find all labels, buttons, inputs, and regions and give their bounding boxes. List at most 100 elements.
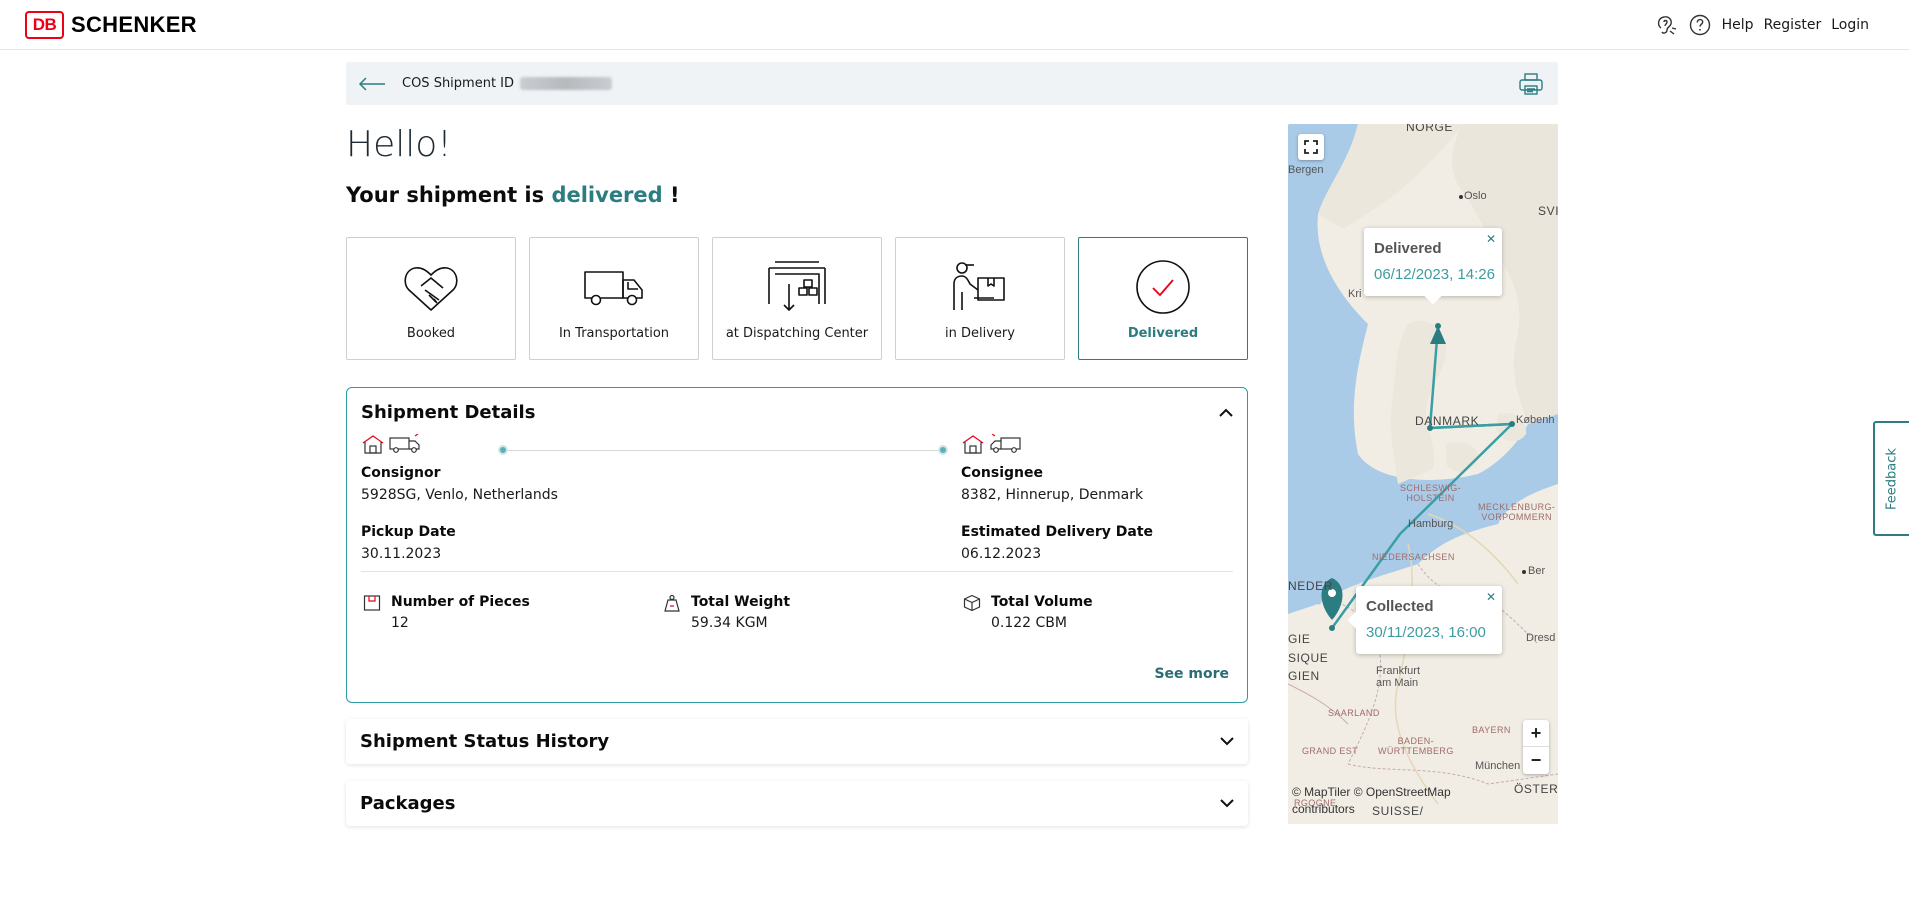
status-prefix: Your shipment is xyxy=(346,183,545,207)
zoom-out-button[interactable]: − xyxy=(1523,747,1549,774)
box-icon xyxy=(363,594,381,612)
step-in-delivery[interactable]: in Delivery xyxy=(895,237,1065,360)
map-label-svi: SVI xyxy=(1538,204,1558,218)
db-schenker-logo[interactable]: DB SCHENKER xyxy=(25,11,197,39)
map-label-kri: Kri xyxy=(1348,288,1362,300)
help-icon[interactable] xyxy=(1688,13,1712,37)
register-link[interactable]: Register xyxy=(1764,17,1822,33)
shipment-details-title[interactable]: Shipment Details xyxy=(361,402,535,423)
shipment-id-value-redacted xyxy=(520,77,613,90)
top-navigation-bar: DB SCHENKER Help Register Login xyxy=(0,0,1909,50)
greeting-heading: Hello! xyxy=(346,124,452,165)
weight-icon xyxy=(663,594,681,612)
map-label-oslo: Oslo xyxy=(1464,190,1487,202)
help-link[interactable]: Help xyxy=(1722,17,1754,33)
shipment-details-card: Shipment Details Consignor 5928SG, Venlo… xyxy=(346,387,1248,703)
weight-label: Total Weight xyxy=(691,594,791,610)
chevron-up-icon[interactable] xyxy=(1217,404,1235,422)
printer-icon[interactable] xyxy=(1518,72,1544,96)
pickup-date-label: Pickup Date xyxy=(361,524,456,540)
attribution-line[interactable]: contributors xyxy=(1292,801,1451,818)
collected-popup: ✕ Collected 30/11/2023, 16:00 xyxy=(1347,586,1502,654)
map-label-schleswig-holstein: SCHLESWIG- HOLSTEIN xyxy=(1400,483,1462,503)
warehouse-icon xyxy=(765,258,829,316)
shipment-route-map[interactable]: NORGE Bergen Oslo SVI Kri DANMARK Københ… xyxy=(1288,124,1558,824)
map-label-grand-est: GRAND EST xyxy=(1302,746,1359,756)
status-history-section[interactable]: Shipment Status History xyxy=(346,719,1248,764)
status-suffix: ! xyxy=(670,183,680,207)
shipment-id-label: COS Shipment ID xyxy=(402,76,515,91)
truck-icon xyxy=(582,258,646,316)
map-label-dresden: Dresd xyxy=(1526,632,1556,644)
step-delivered[interactable]: Delivered xyxy=(1078,237,1248,360)
route-line xyxy=(503,450,943,451)
packages-title: Packages xyxy=(360,793,456,814)
chevron-down-icon[interactable] xyxy=(1218,794,1236,812)
status-history-title: Shipment Status History xyxy=(360,731,610,752)
weight-value: 59.34 KGM xyxy=(691,615,768,631)
map-label-baden-wuerttemberg: BADEN- WÜRTTEMBERG xyxy=(1378,736,1454,756)
map-label-niedersachsen: NIEDERSACHSEN xyxy=(1372,552,1455,562)
step-label: Delivered xyxy=(1127,326,1199,341)
consignor-value: 5928SG, Venlo, Netherlands xyxy=(361,487,558,503)
popup-title: Collected xyxy=(1366,598,1434,615)
map-label-frankfurt: Frankfurt am Main xyxy=(1376,665,1421,689)
map-label-oesterreich: ÖSTER xyxy=(1514,782,1558,796)
popup-title: Delivered xyxy=(1374,240,1442,257)
route-destination-dot xyxy=(938,445,948,455)
pieces-value: 12 xyxy=(391,615,409,631)
map-label-kobenhavn: Københ xyxy=(1516,414,1555,426)
consignee-value: 8382, Hinnerup, Denmark xyxy=(961,487,1144,503)
header-nav: Help Register Login xyxy=(1654,13,1869,37)
feedback-label: Feedback xyxy=(1884,447,1900,510)
house-icon xyxy=(362,435,384,454)
map-label-belgien: GIEN xyxy=(1288,669,1320,683)
zoom-in-button[interactable]: + xyxy=(1523,720,1549,747)
volume-label: Total Volume xyxy=(991,594,1093,610)
attribution-line[interactable]: © MapTiler © OpenStreetMap xyxy=(1292,784,1451,801)
close-icon[interactable]: ✕ xyxy=(1486,232,1496,246)
close-icon[interactable]: ✕ xyxy=(1486,590,1496,604)
schenker-wordmark: SCHENKER xyxy=(71,12,197,37)
map-label-danmark: DANMARK xyxy=(1415,414,1480,428)
see-more-link[interactable]: See more xyxy=(1154,666,1229,682)
fullscreen-icon xyxy=(1304,140,1318,154)
step-label: Booked xyxy=(406,326,456,341)
house-icon xyxy=(962,435,984,454)
shipment-id-bar: COS Shipment ID xyxy=(346,62,1558,105)
courier-icon xyxy=(948,258,1012,316)
map-label-hamburg: Hamburg xyxy=(1408,518,1454,530)
packages-section[interactable]: Packages xyxy=(346,781,1248,826)
map-label-bergen: Bergen xyxy=(1288,164,1324,176)
login-link[interactable]: Login xyxy=(1831,17,1869,33)
accessibility-icon[interactable] xyxy=(1654,13,1678,37)
delivery-truck-icon xyxy=(990,434,1021,453)
map-label-belgique: SIQUE xyxy=(1288,651,1329,665)
step-in-transportation[interactable]: In Transportation xyxy=(529,237,699,360)
step-dispatching-center[interactable]: at Dispatching Center xyxy=(712,237,882,360)
consignee-icons xyxy=(961,434,1021,454)
map-label-saarland: SAARLAND xyxy=(1328,708,1380,718)
popup-datetime: 06/12/2023, 14:26 xyxy=(1374,266,1495,283)
feedback-tab[interactable]: Feedback xyxy=(1873,421,1909,536)
back-arrow-icon[interactable] xyxy=(358,74,386,94)
divider xyxy=(361,571,1233,572)
chevron-down-icon[interactable] xyxy=(1218,732,1236,750)
consignor-label: Consignor xyxy=(361,465,441,481)
fullscreen-button[interactable] xyxy=(1298,134,1324,160)
truck-icon xyxy=(389,434,420,453)
consignor-icons xyxy=(361,434,421,454)
zoom-controls: + − xyxy=(1523,720,1549,774)
volume-value: 0.122 CBM xyxy=(991,615,1067,631)
pickup-date-value: 30.11.2023 xyxy=(361,546,442,562)
db-logo-mark: DB xyxy=(25,11,64,39)
map-label-berlin: Ber xyxy=(1528,565,1546,577)
volume-cube-icon xyxy=(963,594,981,612)
status-state: delivered xyxy=(551,183,663,207)
pieces-label: Number of Pieces xyxy=(391,594,530,610)
delivered-popup: ✕ Delivered 06/12/2023, 14:26 xyxy=(1364,228,1502,305)
map-label-mecklenburg: MECKLENBURG- VORPOMMERN xyxy=(1478,502,1556,522)
step-booked[interactable]: Booked xyxy=(346,237,516,360)
handshake-icon xyxy=(399,258,463,316)
shipment-progress-steps: Booked In Transportation at Dispatching … xyxy=(346,237,1248,360)
